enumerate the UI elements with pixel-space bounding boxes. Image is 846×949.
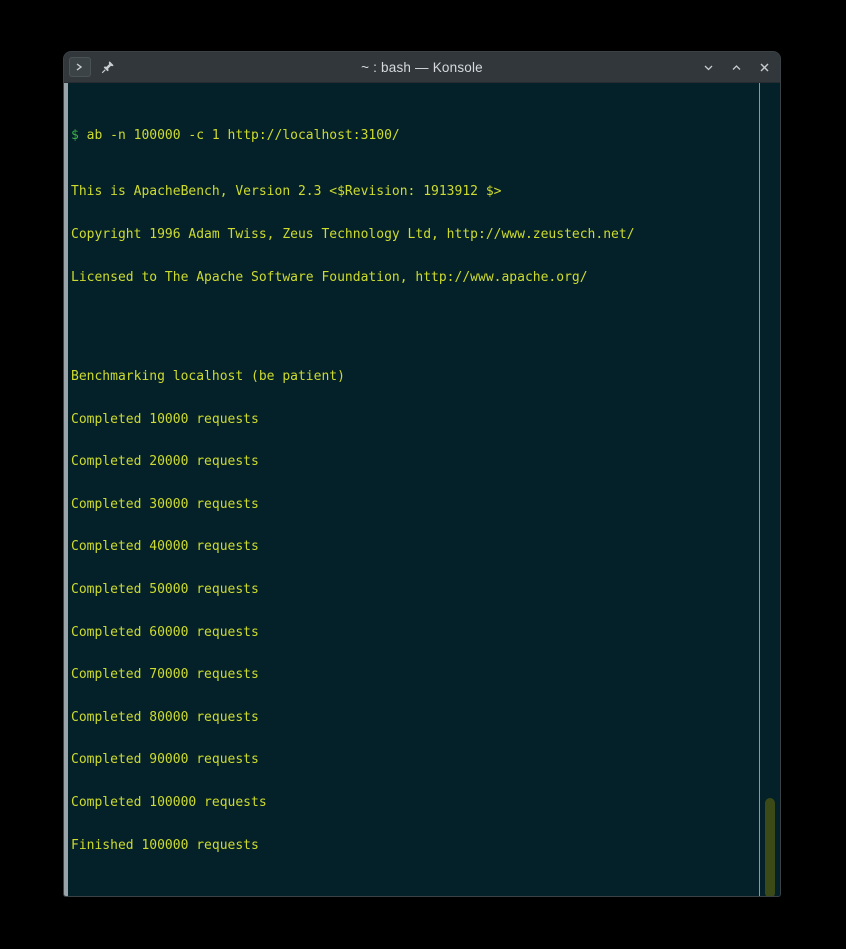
output-line: Completed 20000 requests <box>71 454 259 470</box>
output-line: Completed 50000 requests <box>71 581 259 597</box>
output-line: Copyright 1996 Adam Twiss, Zeus Technolo… <box>71 227 635 242</box>
output-line: Benchmarking localhost (be patient) <box>71 368 345 384</box>
output-line: This is ApacheBench, Version 2.3 <$Revis… <box>71 184 502 200</box>
titlebar-left-icons <box>69 57 119 77</box>
output-line: Completed 40000 requests <box>71 539 259 555</box>
output-line: Completed 60000 requests <box>71 624 259 640</box>
close-x-icon[interactable] <box>755 58 774 77</box>
terminal-area[interactable]: $ ab -n 100000 -c 1 http://localhost:310… <box>64 83 780 896</box>
konsole-window: ~ : bash — Konsole $ ab -n 100000 -c 1 h… <box>64 52 780 896</box>
output-line: Completed 30000 requests <box>71 496 259 512</box>
chevron-up-icon[interactable] <box>727 58 746 77</box>
output-line: Completed 90000 requests <box>71 752 259 768</box>
window-titlebar[interactable]: ~ : bash — Konsole <box>64 52 780 83</box>
output-line: Completed 10000 requests <box>71 411 259 427</box>
command-text: ab -n 100000 -c 1 http://localhost:3100/ <box>86 127 400 143</box>
titlebar-window-controls <box>699 58 774 77</box>
chevron-down-icon[interactable] <box>699 58 718 77</box>
terminal-output[interactable]: $ ab -n 100000 -c 1 http://localhost:310… <box>68 83 759 896</box>
command-line: $ ab -n 100000 -c 1 http://localhost:310… <box>71 127 759 143</box>
scrollbar-thumb[interactable] <box>765 798 775 896</box>
output-line: Finished 100000 requests <box>71 837 259 853</box>
output-line: Licensed to The Apache Software Foundati… <box>71 269 588 285</box>
window-title: ~ : bash — Konsole <box>361 59 483 75</box>
prompt-symbol: $ <box>71 127 79 143</box>
output-line: Completed 70000 requests <box>71 667 259 683</box>
terminal-scrollbar[interactable] <box>759 83 780 896</box>
output-line: Completed 80000 requests <box>71 709 259 725</box>
pushpin-icon[interactable] <box>97 57 119 77</box>
terminal-prompt-icon[interactable] <box>69 57 91 77</box>
output-line: Completed 100000 requests <box>71 794 267 810</box>
